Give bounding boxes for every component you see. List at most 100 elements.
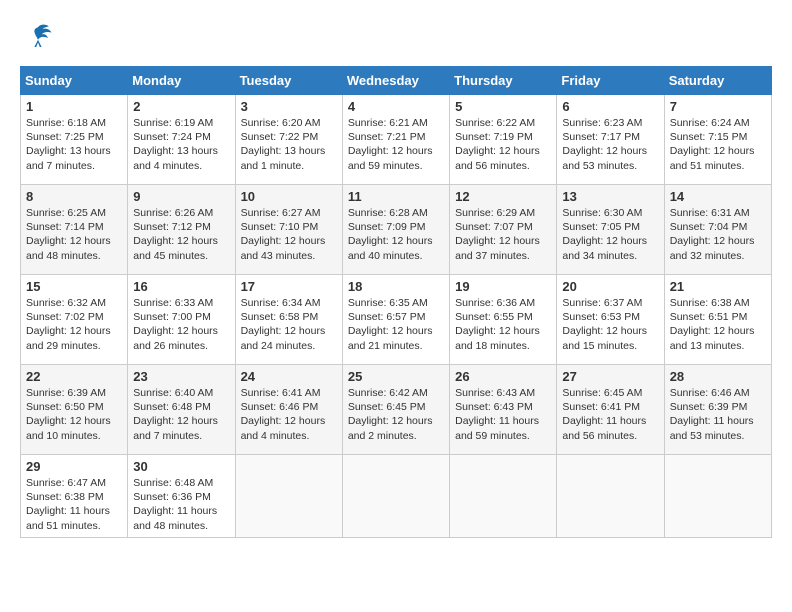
daylight-text: and 4 minutes. xyxy=(133,159,229,173)
daylight-text: and 4 minutes. xyxy=(241,429,337,443)
day-number: 28 xyxy=(670,369,766,384)
day-number: 6 xyxy=(562,99,658,114)
daylight-text: Daylight: 12 hours xyxy=(133,414,229,428)
daylight-text: Daylight: 12 hours xyxy=(348,324,444,338)
daylight-text: Daylight: 11 hours xyxy=(562,414,658,428)
sunrise-text: Sunrise: 6:25 AM xyxy=(26,206,122,220)
calendar-cell: 4Sunrise: 6:21 AMSunset: 7:21 PMDaylight… xyxy=(342,95,449,185)
daylight-text: and 24 minutes. xyxy=(241,339,337,353)
day-number: 15 xyxy=(26,279,122,294)
daylight-text: Daylight: 12 hours xyxy=(348,144,444,158)
day-number: 21 xyxy=(670,279,766,294)
daylight-text: Daylight: 12 hours xyxy=(133,234,229,248)
day-number: 26 xyxy=(455,369,551,384)
sunset-text: Sunset: 7:14 PM xyxy=(26,220,122,234)
daylight-text: and 59 minutes. xyxy=(348,159,444,173)
daylight-text: Daylight: 12 hours xyxy=(562,324,658,338)
col-header-friday: Friday xyxy=(557,67,664,95)
daylight-text: Daylight: 13 hours xyxy=(26,144,122,158)
sunset-text: Sunset: 7:02 PM xyxy=(26,310,122,324)
calendar-cell: 23Sunrise: 6:40 AMSunset: 6:48 PMDayligh… xyxy=(128,365,235,455)
sunrise-text: Sunrise: 6:31 AM xyxy=(670,206,766,220)
daylight-text: and 2 minutes. xyxy=(348,429,444,443)
daylight-text: Daylight: 12 hours xyxy=(26,324,122,338)
daylight-text: and 37 minutes. xyxy=(455,249,551,263)
sunset-text: Sunset: 6:51 PM xyxy=(670,310,766,324)
daylight-text: Daylight: 12 hours xyxy=(670,144,766,158)
daylight-text: and 51 minutes. xyxy=(670,159,766,173)
sunrise-text: Sunrise: 6:38 AM xyxy=(670,296,766,310)
sunrise-text: Sunrise: 6:24 AM xyxy=(670,116,766,130)
daylight-text: Daylight: 12 hours xyxy=(455,144,551,158)
day-number: 20 xyxy=(562,279,658,294)
daylight-text: Daylight: 12 hours xyxy=(26,414,122,428)
calendar-table: SundayMondayTuesdayWednesdayThursdayFrid… xyxy=(20,66,772,538)
sunrise-text: Sunrise: 6:28 AM xyxy=(348,206,444,220)
sunrise-text: Sunrise: 6:46 AM xyxy=(670,386,766,400)
daylight-text: and 26 minutes. xyxy=(133,339,229,353)
calendar-cell: 7Sunrise: 6:24 AMSunset: 7:15 PMDaylight… xyxy=(664,95,771,185)
calendar-cell: 6Sunrise: 6:23 AMSunset: 7:17 PMDaylight… xyxy=(557,95,664,185)
calendar-cell: 30Sunrise: 6:48 AMSunset: 6:36 PMDayligh… xyxy=(128,455,235,538)
day-number: 9 xyxy=(133,189,229,204)
daylight-text: and 15 minutes. xyxy=(562,339,658,353)
calendar-cell: 21Sunrise: 6:38 AMSunset: 6:51 PMDayligh… xyxy=(664,275,771,365)
daylight-text: and 7 minutes. xyxy=(133,429,229,443)
sunset-text: Sunset: 6:48 PM xyxy=(133,400,229,414)
day-number: 17 xyxy=(241,279,337,294)
daylight-text: and 7 minutes. xyxy=(26,159,122,173)
day-number: 27 xyxy=(562,369,658,384)
sunset-text: Sunset: 7:10 PM xyxy=(241,220,337,234)
daylight-text: and 34 minutes. xyxy=(562,249,658,263)
daylight-text: Daylight: 13 hours xyxy=(241,144,337,158)
daylight-text: and 53 minutes. xyxy=(670,429,766,443)
sunrise-text: Sunrise: 6:43 AM xyxy=(455,386,551,400)
daylight-text: and 18 minutes. xyxy=(455,339,551,353)
daylight-text: Daylight: 13 hours xyxy=(133,144,229,158)
daylight-text: Daylight: 12 hours xyxy=(26,234,122,248)
calendar-cell xyxy=(557,455,664,538)
calendar-cell: 16Sunrise: 6:33 AMSunset: 7:00 PMDayligh… xyxy=(128,275,235,365)
page-header xyxy=(20,20,772,56)
logo-icon xyxy=(20,20,56,56)
calendar-cell: 10Sunrise: 6:27 AMSunset: 7:10 PMDayligh… xyxy=(235,185,342,275)
sunrise-text: Sunrise: 6:36 AM xyxy=(455,296,551,310)
sunset-text: Sunset: 7:05 PM xyxy=(562,220,658,234)
sunset-text: Sunset: 7:25 PM xyxy=(26,130,122,144)
daylight-text: and 53 minutes. xyxy=(562,159,658,173)
day-number: 5 xyxy=(455,99,551,114)
daylight-text: and 56 minutes. xyxy=(455,159,551,173)
sunrise-text: Sunrise: 6:29 AM xyxy=(455,206,551,220)
sunrise-text: Sunrise: 6:48 AM xyxy=(133,476,229,490)
sunset-text: Sunset: 6:57 PM xyxy=(348,310,444,324)
daylight-text: Daylight: 11 hours xyxy=(455,414,551,428)
daylight-text: and 45 minutes. xyxy=(133,249,229,263)
sunset-text: Sunset: 7:12 PM xyxy=(133,220,229,234)
day-number: 11 xyxy=(348,189,444,204)
sunrise-text: Sunrise: 6:35 AM xyxy=(348,296,444,310)
sunset-text: Sunset: 7:15 PM xyxy=(670,130,766,144)
day-number: 14 xyxy=(670,189,766,204)
daylight-text: Daylight: 12 hours xyxy=(241,234,337,248)
calendar-cell: 11Sunrise: 6:28 AMSunset: 7:09 PMDayligh… xyxy=(342,185,449,275)
calendar-cell: 13Sunrise: 6:30 AMSunset: 7:05 PMDayligh… xyxy=(557,185,664,275)
calendar-cell: 3Sunrise: 6:20 AMSunset: 7:22 PMDaylight… xyxy=(235,95,342,185)
daylight-text: Daylight: 12 hours xyxy=(241,324,337,338)
day-number: 19 xyxy=(455,279,551,294)
sunrise-text: Sunrise: 6:37 AM xyxy=(562,296,658,310)
col-header-monday: Monday xyxy=(128,67,235,95)
sunset-text: Sunset: 7:19 PM xyxy=(455,130,551,144)
daylight-text: Daylight: 12 hours xyxy=(562,234,658,248)
sunrise-text: Sunrise: 6:33 AM xyxy=(133,296,229,310)
sunset-text: Sunset: 7:24 PM xyxy=(133,130,229,144)
day-number: 22 xyxy=(26,369,122,384)
day-number: 10 xyxy=(241,189,337,204)
calendar-cell: 24Sunrise: 6:41 AMSunset: 6:46 PMDayligh… xyxy=(235,365,342,455)
sunrise-text: Sunrise: 6:30 AM xyxy=(562,206,658,220)
day-number: 2 xyxy=(133,99,229,114)
calendar-cell: 25Sunrise: 6:42 AMSunset: 6:45 PMDayligh… xyxy=(342,365,449,455)
calendar-cell: 5Sunrise: 6:22 AMSunset: 7:19 PMDaylight… xyxy=(450,95,557,185)
calendar-cell: 19Sunrise: 6:36 AMSunset: 6:55 PMDayligh… xyxy=(450,275,557,365)
col-header-saturday: Saturday xyxy=(664,67,771,95)
col-header-thursday: Thursday xyxy=(450,67,557,95)
